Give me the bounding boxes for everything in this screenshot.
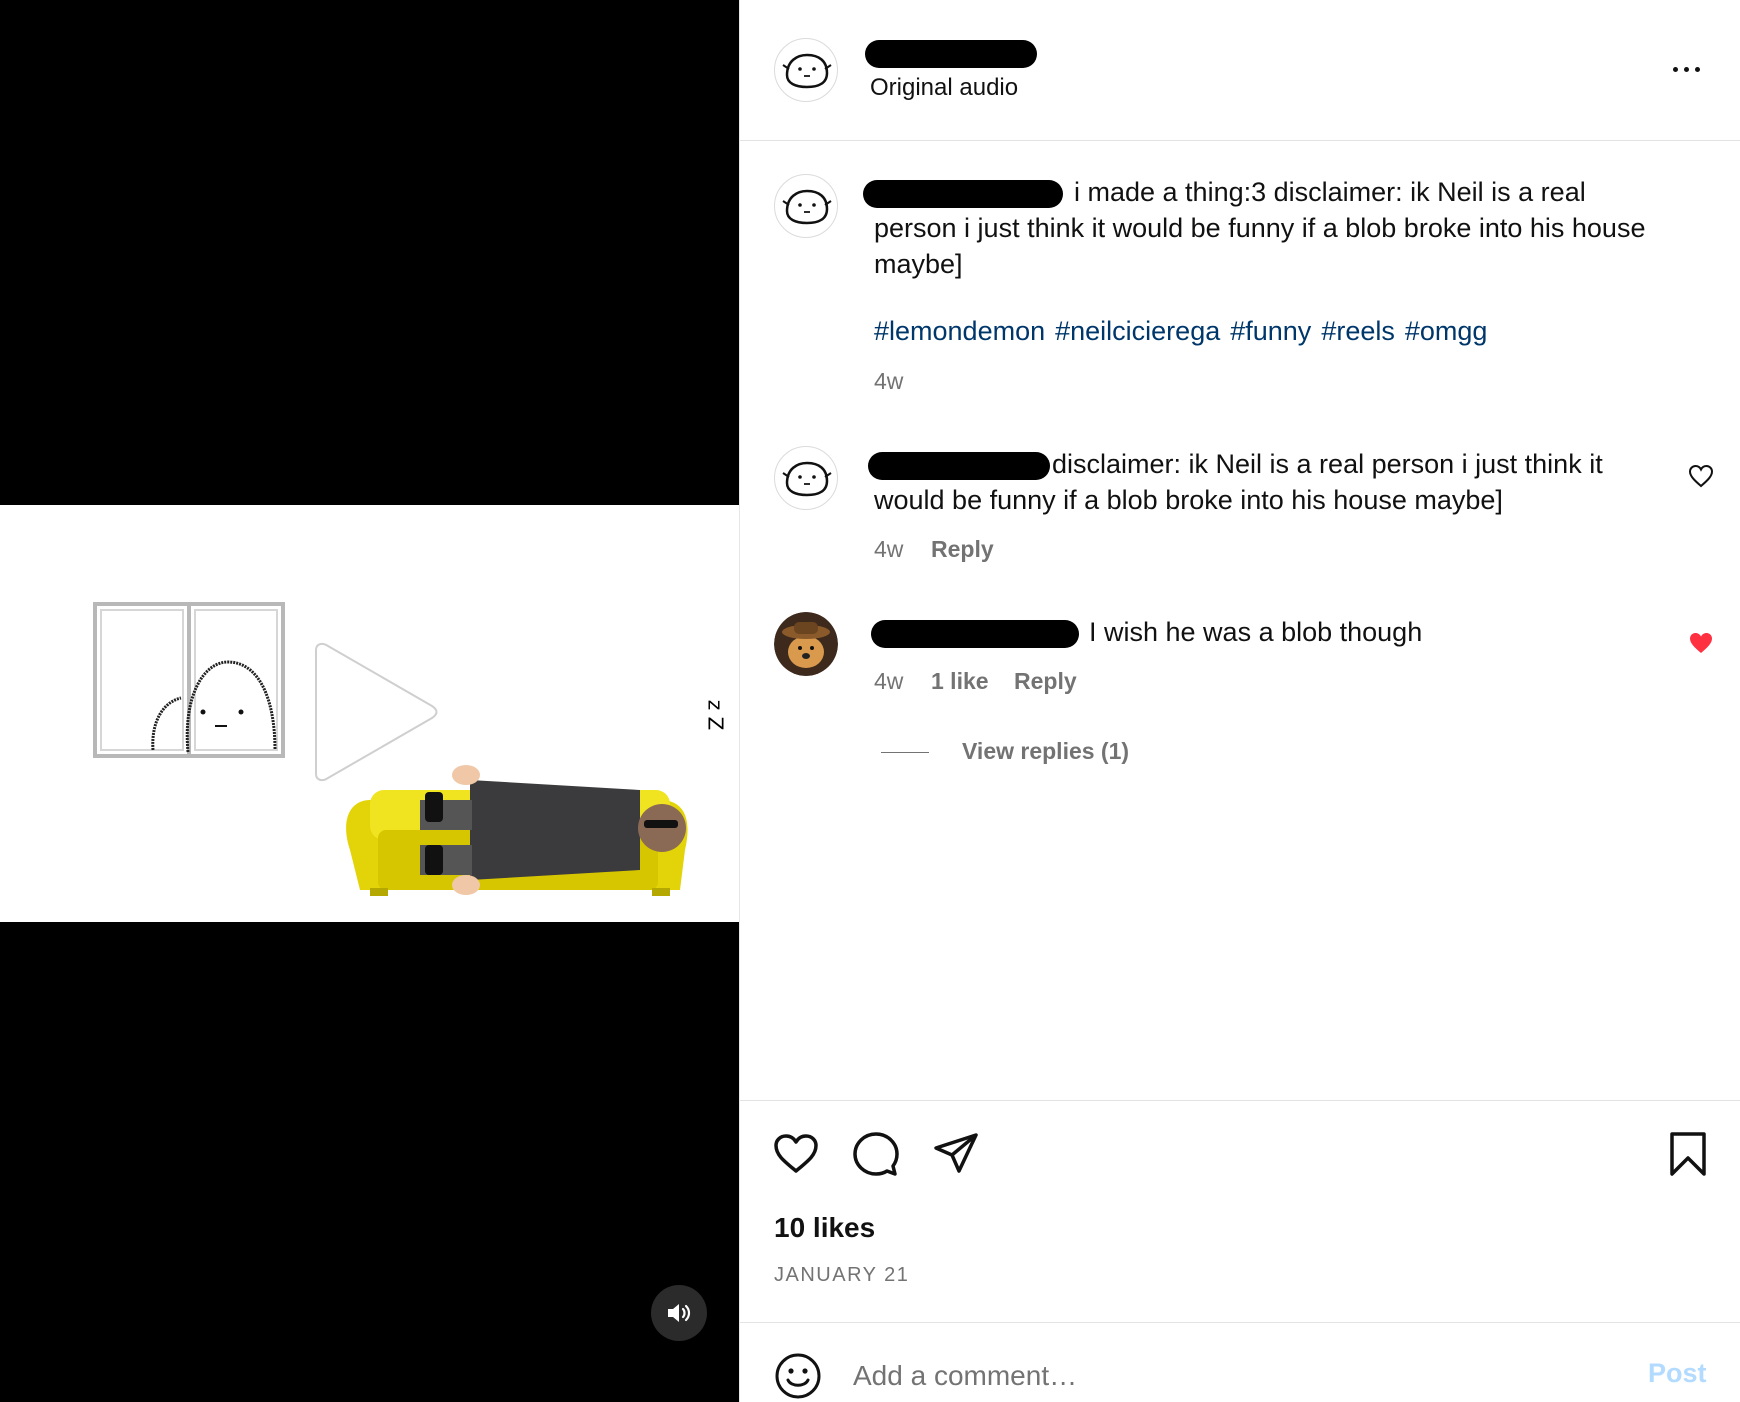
add-comment-input[interactable]: [853, 1356, 1553, 1396]
caption-body: i made a thing:3 disclaimer: ik Neil is …: [874, 177, 1646, 279]
blob-face-icon: [782, 461, 832, 497]
sleep-zz: z Z: [703, 699, 728, 731]
post-comment-button[interactable]: Post: [1648, 1358, 1707, 1389]
original-audio-label[interactable]: Original audio: [870, 74, 1018, 102]
reply-label: Reply: [931, 536, 994, 562]
commenter-avatar[interactable]: [774, 446, 838, 510]
comment-time[interactable]: 4w: [874, 668, 903, 695]
couch-scene: [346, 765, 688, 896]
hashtag-link[interactable]: #omgg: [1405, 316, 1488, 346]
dot: [1683, 66, 1689, 72]
replies-divider: [881, 752, 929, 753]
blob-face-icon: [782, 53, 832, 89]
comment-liked-heart-icon[interactable]: [1688, 631, 1714, 655]
reply-button[interactable]: Reply: [1014, 668, 1077, 695]
like-heart-icon[interactable]: [772, 1130, 820, 1178]
comment-bubble-icon[interactable]: [852, 1130, 900, 1178]
caption-hashtags: #lemondemon #neilcicierega #funny #reels #om…: [874, 316, 1497, 347]
window-blob-drawing: [93, 602, 285, 758]
comment-like-heart-icon[interactable]: [1688, 464, 1714, 488]
post-date: JANUARY 21: [774, 1264, 910, 1286]
hashtag-link[interactable]: #lemondemon: [874, 316, 1045, 346]
mute-button[interactable]: [651, 1285, 707, 1341]
commenter-avatar-dog[interactable]: [774, 612, 838, 676]
details-pane: Original audio i made a thing:3 disclaim…: [739, 0, 1740, 1402]
likes-label: 1 like: [931, 668, 989, 694]
comment-text: I wish he was a blob though: [1089, 614, 1422, 650]
emoji-icon[interactable]: [774, 1352, 822, 1400]
comment-body: disclaimer: ik Neil is a real person i j…: [874, 449, 1603, 515]
comment-likes-button[interactable]: 1 like: [931, 668, 989, 695]
hashtag-link[interactable]: #reels: [1321, 316, 1395, 346]
redacted-username: [871, 620, 1079, 648]
video-pane[interactable]: z Z: [0, 0, 739, 1402]
view-replies-button[interactable]: View replies (1): [962, 738, 1129, 765]
likes-count[interactable]: 10 likes: [774, 1212, 875, 1244]
comment-time[interactable]: 4w: [874, 536, 903, 563]
actions-divider: [740, 1100, 1740, 1101]
caption-author-avatar[interactable]: [774, 174, 838, 238]
more-horizontal-icon: [1672, 66, 1678, 72]
comment-bar-divider: [740, 1322, 1740, 1323]
share-send-icon[interactable]: [932, 1130, 980, 1178]
comment-body: I wish he was a blob though: [1089, 617, 1423, 647]
caption-time[interactable]: 4w: [874, 368, 903, 395]
hashtag-link[interactable]: #funny: [1230, 316, 1311, 346]
bookmark-icon[interactable]: [1664, 1130, 1712, 1178]
speaker-icon: [668, 1304, 691, 1322]
more-options-button[interactable]: [1666, 54, 1706, 84]
video-frame[interactable]: z Z: [0, 505, 739, 922]
comment-text: disclaimer: ik Neil is a real person i j…: [874, 446, 1674, 518]
hashtag-link[interactable]: #neilcicierega: [1055, 316, 1220, 346]
author-avatar[interactable]: [774, 38, 838, 102]
post-header: Original audio: [740, 0, 1740, 141]
reply-button[interactable]: Reply: [931, 536, 994, 563]
reply-label: Reply: [1014, 668, 1077, 694]
dog-photo-icon: [774, 612, 838, 676]
dot: [1694, 66, 1700, 72]
caption-text: i made a thing:3 disclaimer: ik Neil is …: [874, 174, 1654, 282]
redacted-username: [865, 40, 1037, 68]
blob-face-icon: [782, 189, 832, 225]
